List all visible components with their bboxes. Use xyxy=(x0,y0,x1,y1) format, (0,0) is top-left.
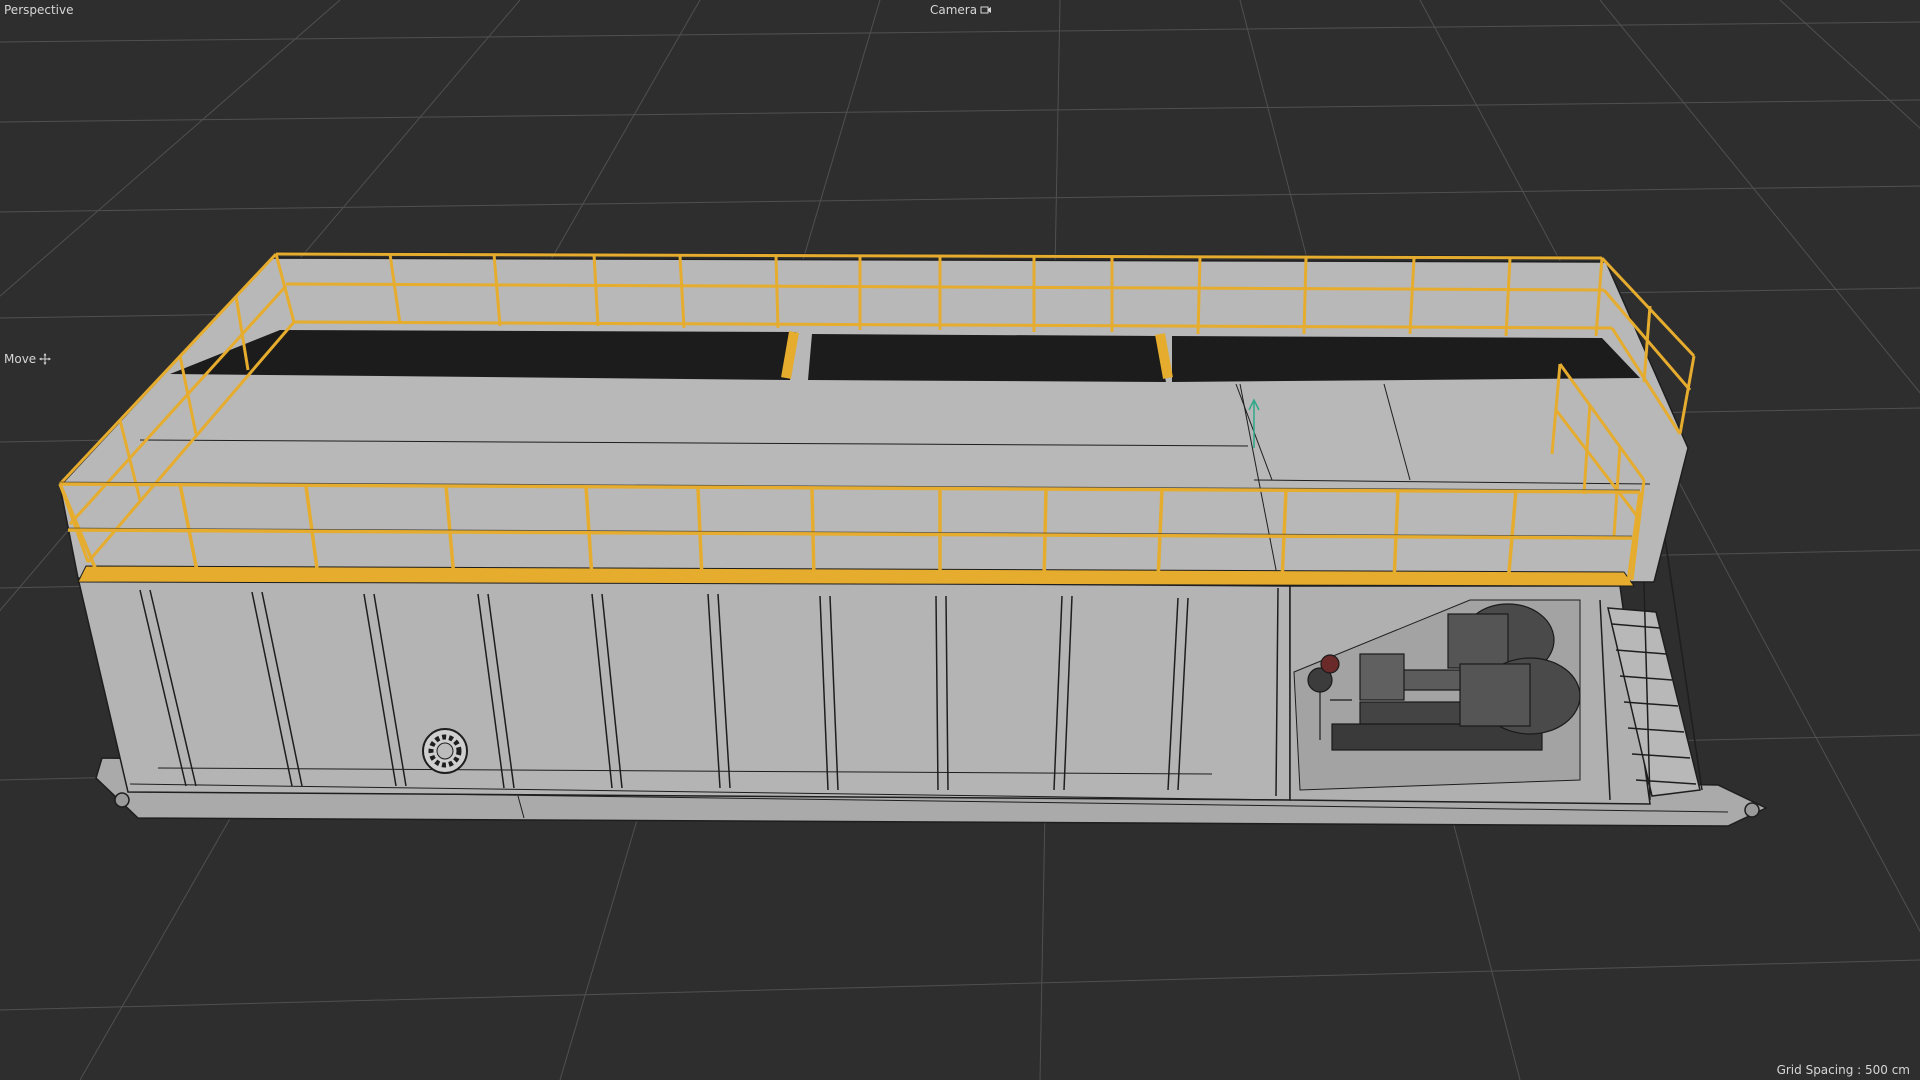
3d-viewport[interactable]: Perspective Camera Move Grid Spacing : 5… xyxy=(0,0,1920,1080)
deck-opening-2 xyxy=(808,334,1166,382)
active-tool[interactable]: Move xyxy=(4,352,52,366)
grid-spacing-readout: Grid Spacing : 500 cm xyxy=(1776,1063,1910,1077)
camera-icon[interactable] xyxy=(980,4,992,16)
tool-label: Move xyxy=(4,352,37,366)
camera-label: Camera xyxy=(930,3,978,17)
move-icon xyxy=(39,353,52,365)
tank-side-wall xyxy=(77,577,1291,801)
manway-hatch xyxy=(422,728,468,774)
tank-model[interactable] xyxy=(58,251,1768,827)
view-name-label[interactable]: Perspective xyxy=(4,3,74,17)
viewport-scene[interactable] xyxy=(0,0,1920,1080)
camera-menu[interactable]: Camera xyxy=(930,3,992,17)
